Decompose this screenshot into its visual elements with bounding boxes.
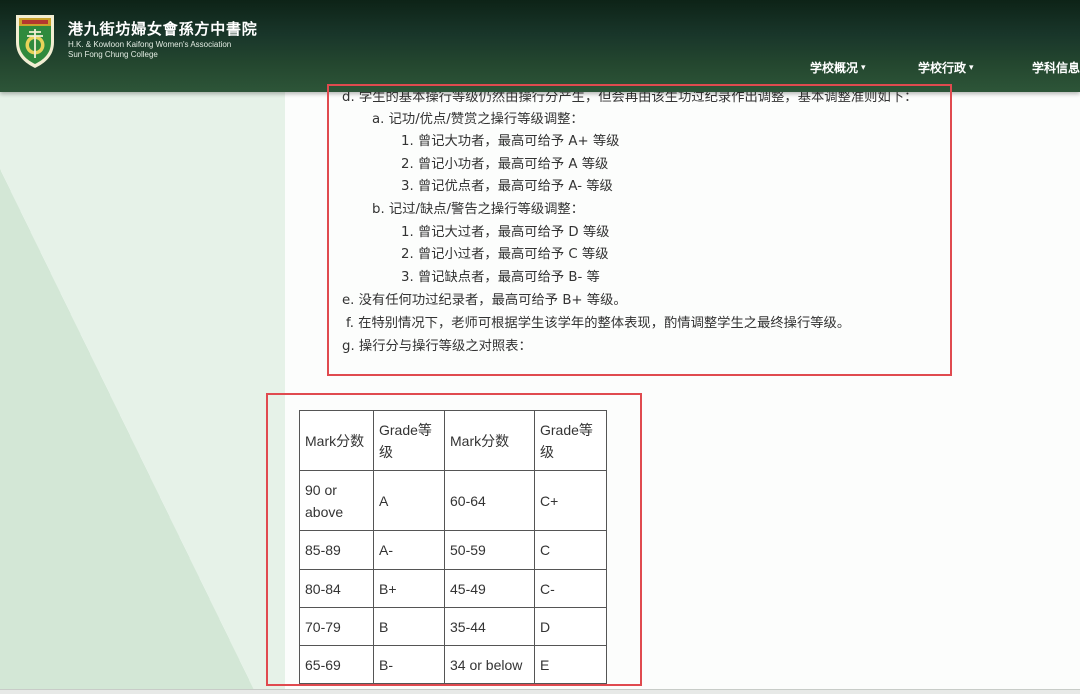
grade-cell: A- — [373, 530, 445, 570]
site-header: 港九街坊婦女會孫方中書院 H.K. & Kowloon Kaifong Wome… — [0, 0, 1080, 92]
table-row: 80-84 B+ 45-49 C- — [299, 569, 607, 608]
nav-item-school-overview[interactable]: 学校概况 — [810, 59, 866, 77]
conduct-grade-table: Mark分数 Grade等级 Mark分数 Grade等级 90 or abov… — [299, 410, 607, 684]
table-row: 85-89 A- 50-59 C — [299, 530, 607, 570]
page-bottom-edge — [0, 689, 1080, 694]
column-header-mark: Mark分数 — [299, 410, 374, 471]
grade-cell: C — [534, 530, 607, 570]
mark-cell: 65-69 — [299, 645, 374, 684]
column-header-mark: Mark分数 — [444, 410, 535, 471]
main-nav: 学校概况 学校行政 学科信息 — [0, 59, 1080, 77]
table-row: 70-79 B 35-44 D — [299, 607, 607, 646]
mark-cell: 50-59 — [444, 530, 535, 570]
mark-cell: 90 or above — [299, 470, 374, 531]
school-name-chinese: 港九街坊婦女會孫方中書院 — [68, 20, 258, 38]
rule-b-item: 3. 曾记缺点者，最高可给予 B- 等 — [401, 270, 600, 285]
rule-a-item: 3. 曾记优点者，最高可给予 A- 等级 — [401, 179, 613, 194]
grade-cell: B- — [373, 645, 445, 684]
mark-cell: 80-84 — [299, 569, 374, 608]
nav-item-label: 学校概况 — [810, 61, 859, 75]
mark-cell: 60-64 — [444, 470, 535, 531]
grade-cell: C+ — [534, 470, 607, 531]
nav-item-label: 学校行政 — [918, 61, 967, 75]
grade-cell: B — [373, 607, 445, 646]
rule-a-heading: a. 记功/优点/赞赏之操行等级调整： — [372, 112, 584, 127]
mark-cell: 70-79 — [299, 607, 374, 646]
rule-g: g. 操行分与操行等级之对照表： — [342, 339, 532, 354]
rule-b-heading: b. 记过/缺点/警告之操行等级调整： — [372, 202, 585, 217]
table-row: 90 or above A 60-64 C+ — [299, 470, 607, 531]
rule-b-item: 1. 曾记大过者，最高可给予 D 等级 — [401, 225, 610, 240]
column-header-grade: Grade等级 — [534, 410, 607, 471]
grade-cell: C- — [534, 569, 607, 608]
column-header-grade: Grade等级 — [373, 410, 445, 471]
caret-down-icon — [969, 59, 974, 77]
rule-a-item: 1. 曾记大功者，最高可给予 A+ 等级 — [401, 134, 620, 149]
mark-cell: 34 or below — [444, 645, 535, 684]
grade-cell: A — [373, 470, 445, 531]
rule-a-item: 2. 曾记小功者，最高可给予 A 等级 — [401, 157, 609, 172]
mark-cell: 45-49 — [444, 569, 535, 608]
grade-cell: B+ — [373, 569, 445, 608]
caret-down-icon — [861, 59, 866, 77]
grade-cell: D — [534, 607, 607, 646]
school-name-english-line1: H.K. & Kowloon Kaifong Women's Associati… — [68, 40, 232, 49]
table-row: 65-69 B- 34 or below E — [299, 645, 607, 684]
nav-item-subject-info[interactable]: 学科信息 — [1032, 59, 1080, 77]
mark-cell: 35-44 — [444, 607, 535, 646]
table-header-row: Mark分数 Grade等级 Mark分数 Grade等级 — [299, 410, 607, 471]
rule-e: e. 没有任何功过纪录者，最高可给予 B+ 等级。 — [342, 293, 627, 308]
rule-b-item: 2. 曾记小过者，最高可给予 C 等级 — [401, 247, 609, 262]
nav-item-school-administration[interactable]: 学校行政 — [918, 59, 974, 77]
rule-f: f. 在特别情况下，老师可根据学生该学年的整体表现，酌情调整学生之最终操行等级。 — [346, 316, 851, 331]
mark-cell: 85-89 — [299, 530, 374, 570]
nav-item-label: 学科信息 — [1032, 61, 1080, 75]
grade-cell: E — [534, 645, 607, 684]
decorative-side-panel — [0, 92, 285, 689]
